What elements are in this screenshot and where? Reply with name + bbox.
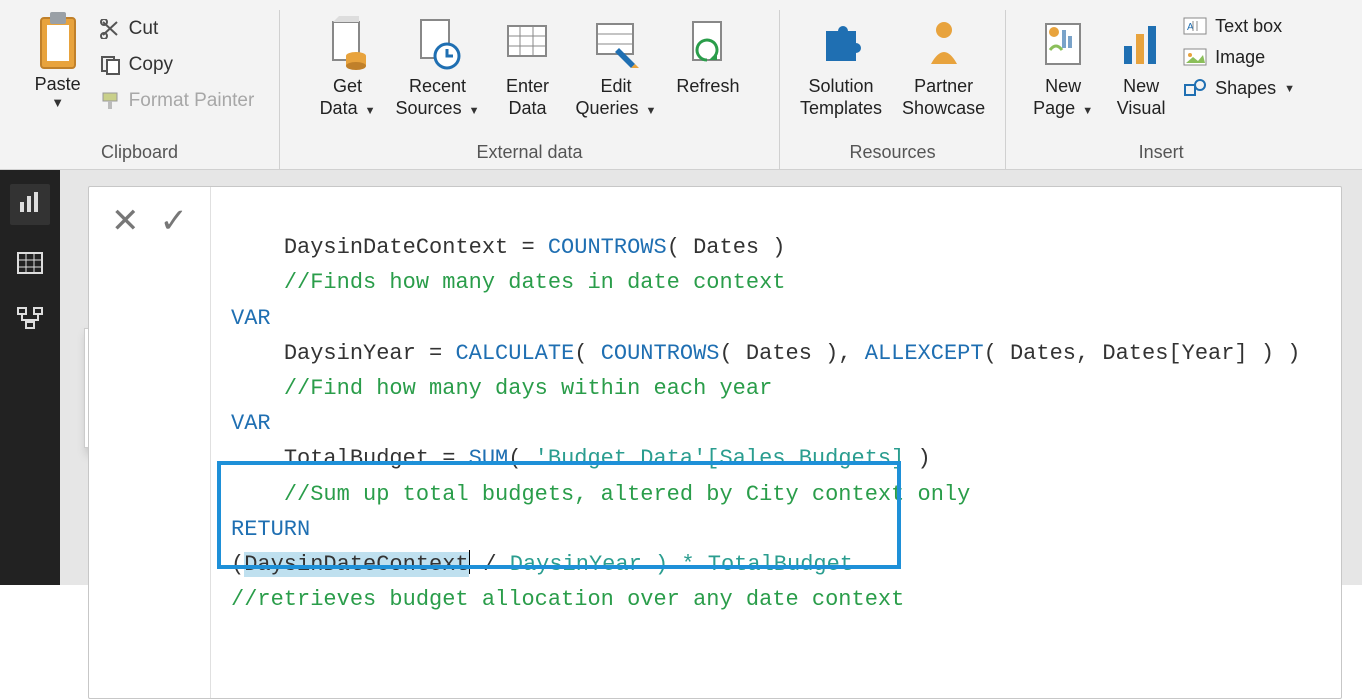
clipboard-group-label: Clipboard xyxy=(10,136,269,169)
formula-text: ( Dates, Dates[Year] ) ) xyxy=(984,341,1301,366)
ribbon: Paste ▼ Cut Copy xyxy=(0,0,1362,170)
shapes-label: Shapes xyxy=(1215,78,1276,99)
formula-text: ( Dates ) xyxy=(667,235,786,260)
new-visual-label: New Visual xyxy=(1117,76,1166,119)
puzzle-icon xyxy=(813,14,869,74)
get-data-icon xyxy=(320,14,376,74)
formula-text: ( Dates ), xyxy=(720,341,865,366)
formula-bar[interactable]: ✕ ✓ DaysinDateContext = COUNTROWS( Dates… xyxy=(88,186,1342,699)
textbox-label: Text box xyxy=(1215,16,1282,37)
cancel-formula-button[interactable]: ✕ xyxy=(111,201,140,241)
recent-sources-button[interactable]: Recent Sources ▼ xyxy=(386,10,490,119)
format-painter-icon xyxy=(99,91,123,111)
cut-button[interactable]: Cut xyxy=(95,16,259,42)
edit-queries-button[interactable]: Edit Queries ▼ xyxy=(565,10,666,119)
textbox-icon: A xyxy=(1183,17,1209,37)
paste-label: Paste xyxy=(35,74,81,95)
image-button[interactable]: Image xyxy=(1179,45,1299,70)
solution-templates-label: Solution Templates xyxy=(800,76,882,119)
chevron-down-icon: ▼ xyxy=(1284,83,1295,95)
formula-text: DaysinYear = xyxy=(284,341,456,366)
chevron-down-icon: ▼ xyxy=(1082,105,1093,117)
formula-keyword: VAR xyxy=(231,306,271,331)
formula-text: ( xyxy=(231,552,244,577)
get-data-button[interactable]: Get Data ▼ xyxy=(310,10,386,119)
formula-text: ) xyxy=(904,446,930,471)
solution-templates-button[interactable]: Solution Templates xyxy=(790,10,892,119)
panel-strip: Com ✕ ✓ DaysinDateContext = COUNTROWS( D… xyxy=(60,170,1362,585)
formula-fn: COUNTROWS xyxy=(548,235,667,260)
edit-queries-icon xyxy=(588,14,644,74)
report-view-button[interactable] xyxy=(10,184,50,225)
formula-text: / xyxy=(470,552,510,577)
formula-text: ( xyxy=(574,341,600,366)
recent-sources-label: Recent Sources xyxy=(396,76,467,118)
formula-ref: 'Budget Data'[Sales Budgets] xyxy=(535,446,905,471)
chevron-down-icon: ▼ xyxy=(646,105,657,117)
person-icon xyxy=(916,14,972,74)
copy-label: Copy xyxy=(129,54,173,76)
formula-comment: //retrieves budget allocation over any d… xyxy=(231,587,904,612)
insert-group-label: Insert xyxy=(1016,136,1306,169)
formula-comment: //Find how many days within each year xyxy=(284,376,772,401)
left-nav xyxy=(0,170,60,585)
get-data-label: Get Data xyxy=(320,76,362,118)
refresh-button[interactable]: Refresh xyxy=(666,10,749,98)
edit-queries-label: Edit Queries xyxy=(575,76,638,118)
image-label: Image xyxy=(1215,47,1265,68)
enter-data-label: Enter Data xyxy=(506,76,549,119)
scissors-icon xyxy=(99,19,123,39)
shapes-icon xyxy=(1183,79,1209,99)
new-page-icon xyxy=(1035,14,1091,74)
formula-text: DaysinDateContext = xyxy=(284,235,548,260)
new-page-button[interactable]: New Page ▼ xyxy=(1023,10,1103,119)
enter-data-button[interactable]: Enter Data xyxy=(489,10,565,119)
chevron-down-icon: ▼ xyxy=(469,105,480,117)
formula-selection: DaysinDateContext xyxy=(244,552,468,577)
formula-text: TotalBudget = xyxy=(284,446,469,471)
partner-showcase-button[interactable]: Partner Showcase xyxy=(892,10,995,119)
model-view-button[interactable] xyxy=(16,306,44,335)
text-box-button[interactable]: A Text box xyxy=(1179,14,1299,39)
formula-fn: CALCULATE xyxy=(455,341,574,366)
formula-editor[interactable]: DaysinDateContext = COUNTROWS( Dates ) /… xyxy=(211,187,1341,698)
commit-formula-button[interactable]: ✓ xyxy=(160,201,189,241)
new-visual-button[interactable]: New Visual xyxy=(1103,10,1179,119)
new-visual-icon xyxy=(1113,14,1169,74)
format-painter-button[interactable]: Format Painter xyxy=(95,88,259,114)
refresh-label: Refresh xyxy=(676,76,739,98)
formula-fn: COUNTROWS xyxy=(601,341,720,366)
chevron-down-icon: ▼ xyxy=(51,95,64,110)
refresh-icon xyxy=(680,14,736,74)
insert-group: New Page ▼ New Visual A Text box xyxy=(1006,10,1316,169)
shapes-button[interactable]: Shapes ▼ xyxy=(1179,76,1299,101)
format-painter-label: Format Painter xyxy=(129,90,255,112)
new-page-label: New Page xyxy=(1033,76,1081,118)
resources-group-label: Resources xyxy=(790,136,995,169)
image-icon xyxy=(1183,48,1209,68)
paste-icon xyxy=(33,10,83,72)
formula-text: ( xyxy=(508,446,534,471)
external-data-group: Get Data ▼ Recent Sources ▼ Enter Data E… xyxy=(280,10,780,169)
formula-ref: DaysinYear ) * TotalBudget xyxy=(510,552,853,577)
formula-fn: SUM xyxy=(469,446,509,471)
formula-fn: ALLEXCEPT xyxy=(865,341,984,366)
clipboard-group: Paste ▼ Cut Copy xyxy=(0,10,280,169)
partner-showcase-label: Partner Showcase xyxy=(902,76,985,119)
formula-comment: //Sum up total budgets, altered by City … xyxy=(284,482,971,507)
resources-group: Solution Templates Partner Showcase Reso… xyxy=(780,10,1006,169)
external-data-group-label: External data xyxy=(290,136,769,169)
formula-keyword: RETURN xyxy=(231,517,310,542)
formula-keyword: VAR xyxy=(231,411,271,436)
chevron-down-icon: ▼ xyxy=(365,105,376,117)
paste-button[interactable]: Paste ▼ xyxy=(21,10,95,110)
enter-data-icon xyxy=(499,14,555,74)
data-view-button[interactable] xyxy=(16,251,44,280)
recent-sources-icon xyxy=(410,14,466,74)
cut-label: Cut xyxy=(129,18,159,40)
copy-button[interactable]: Copy xyxy=(95,52,259,78)
copy-icon xyxy=(99,55,123,75)
formula-comment: //Finds how many dates in date context xyxy=(284,270,786,295)
